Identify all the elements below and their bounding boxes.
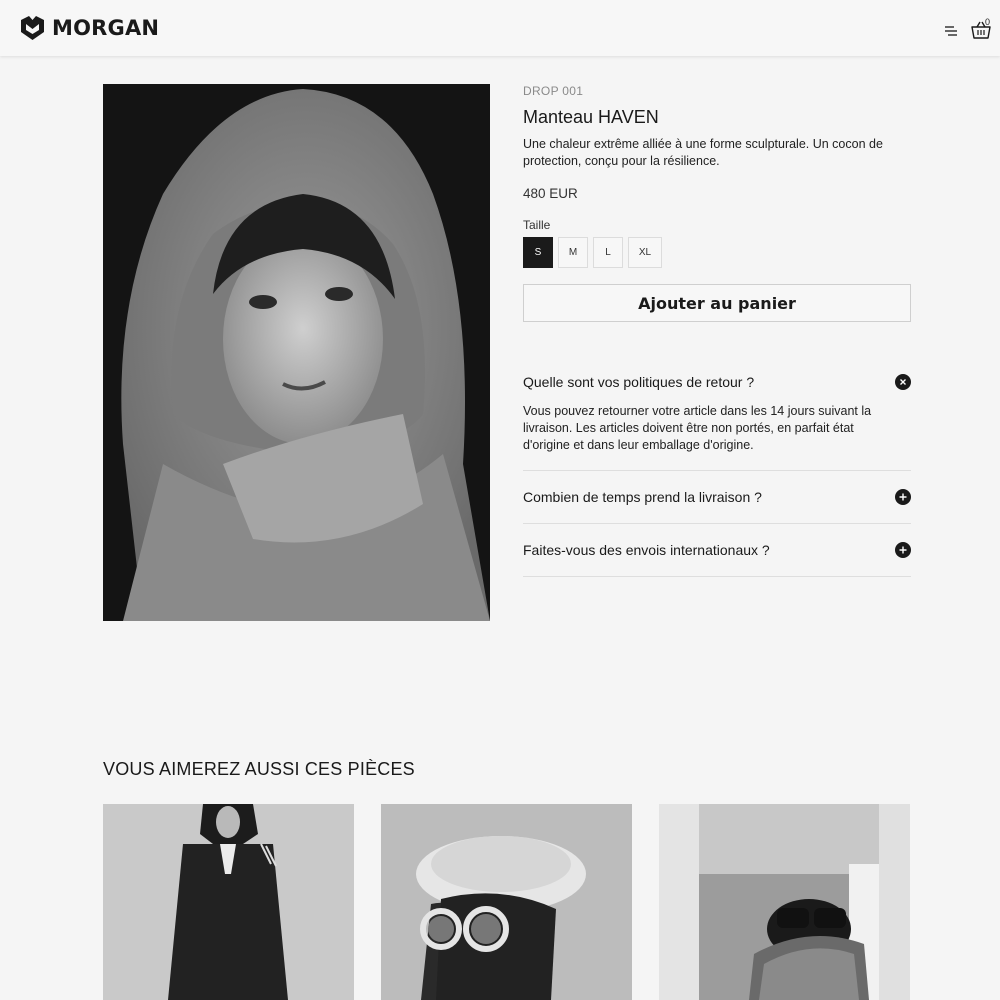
brand-logo[interactable]: MORGAN (19, 15, 159, 41)
menu-button[interactable] (944, 24, 958, 38)
size-option-m[interactable]: M (558, 237, 588, 268)
product-price: 480 EUR (523, 186, 578, 201)
faq-answer: Vous pouvez retourner votre article dans… (523, 404, 872, 452)
plus-icon[interactable] (895, 542, 911, 558)
recommendation-card-2[interactable] (381, 804, 632, 1000)
add-to-cart-button[interactable]: Ajouter au panier (523, 284, 911, 322)
faq-item-international[interactable]: Faites-vous des envois internationaux ? (523, 542, 911, 558)
brand-logo-icon (21, 16, 44, 40)
size-option-l[interactable]: L (593, 237, 623, 268)
faq-question[interactable]: Combien de temps prend la livraison ? (523, 489, 911, 505)
cart-count-badge: 0 (985, 17, 991, 27)
product-main-image (103, 84, 490, 621)
size-option-s[interactable]: S (523, 237, 553, 268)
brand-name: MORGAN (52, 16, 160, 40)
site-header: MORGAN 0 (0, 0, 1000, 56)
product-title: Manteau HAVEN (523, 107, 659, 127)
recommendation-card-3[interactable] (659, 804, 910, 1000)
faq-item-returns[interactable]: Quelle sont vos politiques de retour ? V… (523, 374, 911, 454)
plus-icon[interactable] (895, 489, 911, 505)
faq-question[interactable]: Faites-vous des envois internationaux ? (523, 542, 911, 558)
product-drop-label: DROP 001 (523, 84, 584, 98)
faq-divider (523, 576, 911, 577)
product-details: DROP 001 Manteau HAVEN Une chaleur extrê… (523, 84, 911, 322)
faq-divider (523, 523, 911, 524)
faq-question[interactable]: Quelle sont vos politiques de retour ? (523, 374, 911, 390)
size-option-xl[interactable]: XL (628, 237, 662, 268)
size-selector: S M L XL (523, 237, 662, 268)
close-icon[interactable] (895, 374, 911, 390)
menu-icon (945, 26, 957, 36)
recommendations-title: VOUS AIMEREZ AUSSI CES PIÈCES (103, 759, 415, 779)
recommendation-card-1[interactable] (103, 804, 354, 1000)
faq-divider (523, 470, 911, 471)
size-label: Taille (523, 218, 551, 232)
faq-item-delivery[interactable]: Combien de temps prend la livraison ? (523, 489, 911, 505)
product-description: Une chaleur extrême alliée à une forme s… (523, 137, 883, 168)
